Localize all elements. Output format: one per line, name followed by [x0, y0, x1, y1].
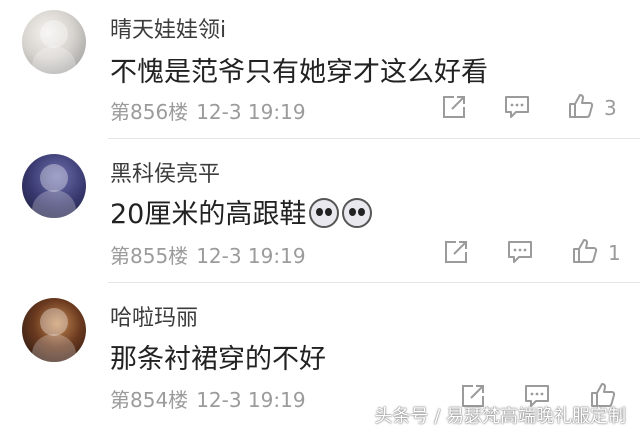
- comment-text: 20厘米的高跟鞋: [110, 192, 373, 231]
- comment-time: 12-3 19:19: [196, 100, 306, 124]
- avatar[interactable]: [22, 298, 86, 362]
- comment-text-body: 20厘米的高跟鞋: [110, 199, 307, 230]
- comment-username[interactable]: 黑科侯亮平: [110, 156, 220, 188]
- comment-text: 不愧是范爷只有她穿才这么好看: [110, 57, 488, 88]
- share-icon[interactable]: [443, 239, 469, 265]
- avatar[interactable]: [22, 154, 86, 218]
- comment-meta: 第855楼 12-3 19:19: [110, 240, 306, 269]
- dog-face-emoji: [309, 198, 340, 228]
- dog-face-emoji: [342, 198, 373, 228]
- like-count: 1: [608, 241, 621, 265]
- comment-text: 那条衬裙穿的不好: [110, 344, 326, 375]
- like-count: 3: [604, 96, 617, 120]
- thumbs-up-icon[interactable]: [568, 93, 594, 119]
- comment-time: 12-3 19:19: [196, 244, 306, 268]
- floor-number: 第856楼: [110, 100, 189, 124]
- avatar[interactable]: [22, 10, 86, 74]
- divider: [108, 282, 640, 283]
- comment-username[interactable]: 晴天娃娃领i: [110, 12, 226, 44]
- comment-username[interactable]: 哈啦玛丽: [110, 300, 198, 332]
- floor-number: 第854楼: [110, 388, 189, 412]
- divider: [108, 138, 640, 139]
- floor-number: 第855楼: [110, 244, 189, 268]
- comment-icon[interactable]: [507, 239, 533, 265]
- watermark-text: 头条号 / 易瑟梵高端晚礼服定制: [374, 406, 626, 427]
- thumbs-up-icon[interactable]: [572, 238, 598, 264]
- comment-meta: 第856楼 12-3 19:19: [110, 96, 306, 125]
- share-icon[interactable]: [441, 94, 467, 120]
- comment-meta: 第854楼 12-3 19:19: [110, 384, 306, 413]
- comment-time: 12-3 19:19: [196, 388, 306, 412]
- comment-icon[interactable]: [504, 94, 530, 120]
